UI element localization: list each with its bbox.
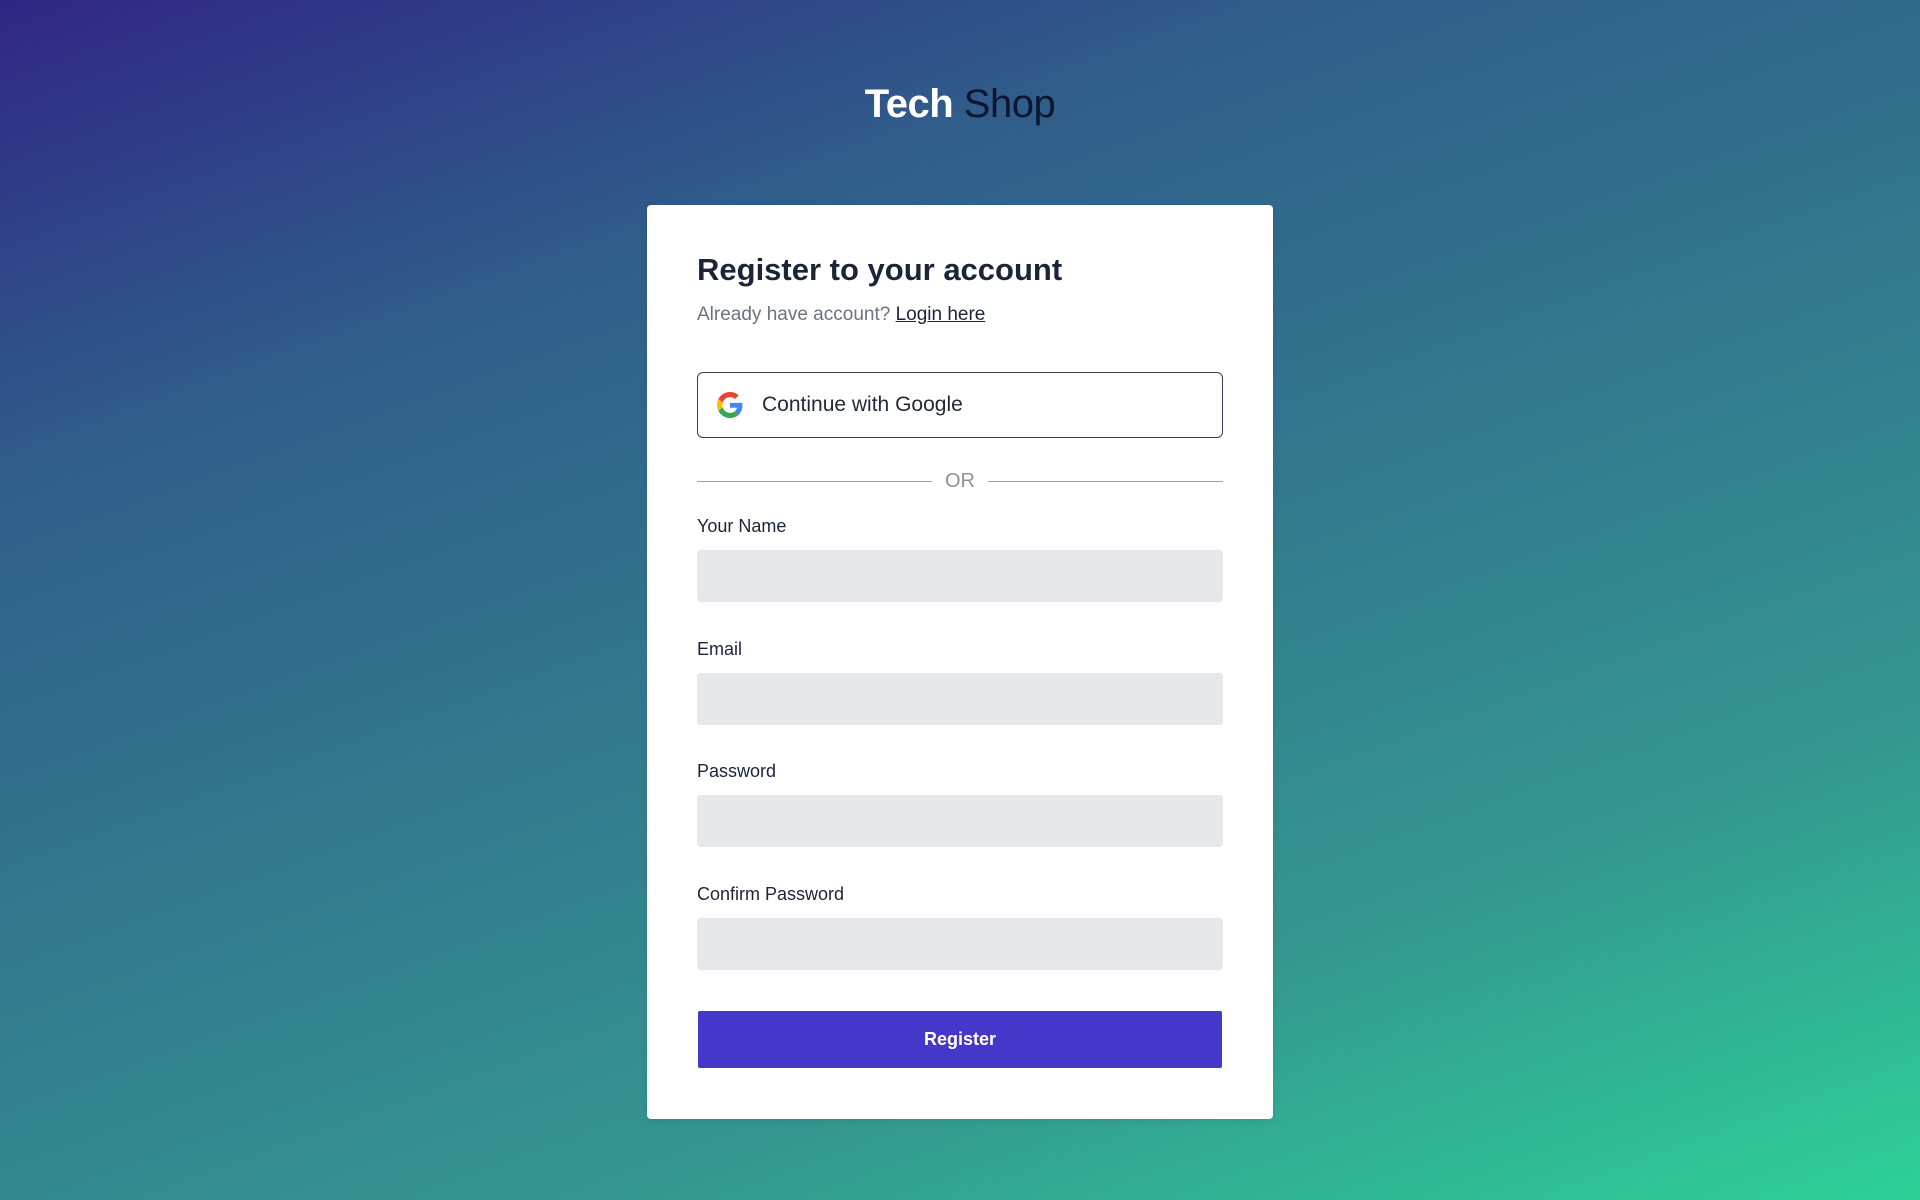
divider-line-left <box>697 480 932 482</box>
page-title: Register to your account <box>697 252 1063 287</box>
login-link[interactable]: Login here <box>896 304 986 325</box>
app-logo: Tech Shop <box>0 78 1920 130</box>
register-button[interactable]: Register <box>698 1011 1222 1068</box>
name-label: Your Name <box>697 516 787 536</box>
confirm-password-label: Confirm Password <box>697 884 845 904</box>
register-card: Register to your account Already have ac… <box>647 205 1273 1119</box>
login-prompt-text: Already have account? <box>697 304 891 325</box>
password-label: Password <box>697 761 777 781</box>
name-field[interactable] <box>697 550 1223 602</box>
or-divider: OR <box>697 466 1223 496</box>
divider-text: OR <box>945 469 975 492</box>
email-field[interactable] <box>697 673 1223 725</box>
confirm-password-field[interactable] <box>697 918 1223 970</box>
divider-line-right <box>988 480 1223 482</box>
logo-text-bold: Tech <box>864 82 954 126</box>
google-button-label: Continue with Google <box>762 393 963 416</box>
google-signin-button[interactable]: Continue with Google <box>697 372 1223 438</box>
password-field[interactable] <box>697 795 1223 847</box>
logo-text-light: Shop <box>963 82 1056 126</box>
login-prompt: Already have account? Login here <box>697 303 985 327</box>
email-label: Email <box>697 639 743 659</box>
google-icon <box>717 392 743 418</box>
